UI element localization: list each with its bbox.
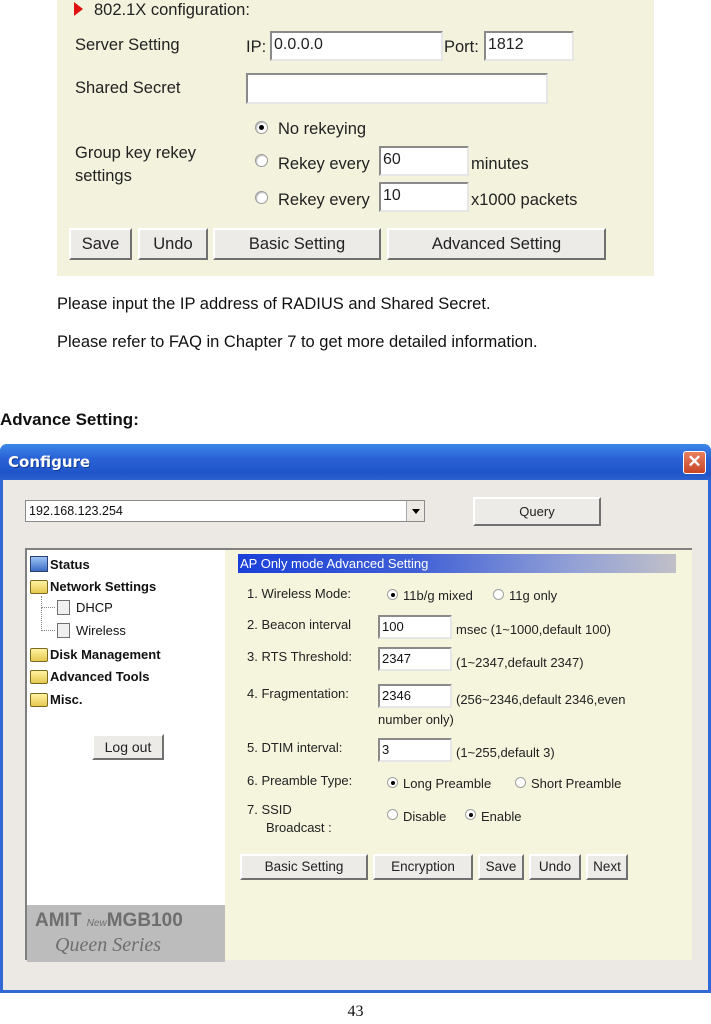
page-icon [57, 600, 70, 615]
folder-icon [30, 692, 48, 707]
tree-item-dhcp[interactable]: DHCP [57, 600, 113, 615]
undo-button[interactable]: Undo [529, 854, 581, 880]
mode-11g-label: 11g only [509, 588, 558, 603]
tree-connector [41, 596, 55, 608]
ssid-disable-label: Disable [403, 809, 447, 824]
ssid-enable-label: Enable [481, 809, 522, 824]
undo-button[interactable]: Undo [138, 228, 208, 260]
fragmentation-label: 4. Fragmentation: [247, 686, 349, 701]
mode-11g-radio[interactable] [493, 589, 504, 600]
logo-model: MGB100 [106, 910, 183, 931]
close-icon[interactable]: ✕ [683, 451, 706, 474]
instruction-paragraph-2: Please refer to FAQ in Chapter 7 to get … [57, 333, 538, 351]
mode-11bg-radio[interactable] [387, 589, 398, 600]
logo-brand: AMIT [35, 910, 82, 931]
rekey-packets-input[interactable]: 10 [379, 182, 469, 212]
wireless-mode-label: 1. Wireless Mode: [247, 586, 352, 601]
chevron-down-icon[interactable] [406, 501, 424, 521]
radius-ip-input[interactable]: 0.0.0.0 [270, 31, 443, 61]
tree-item-wireless[interactable]: Wireless [57, 623, 126, 638]
window-title: Configure [8, 453, 91, 471]
tree-item-status[interactable]: Status [30, 556, 90, 572]
encryption-button[interactable]: Encryption [373, 854, 473, 880]
save-button[interactable]: Save [478, 854, 524, 880]
query-button[interactable]: Query [473, 497, 601, 526]
group-key-label-line2: settings [75, 167, 132, 185]
radius-port-input[interactable]: 1812 [484, 31, 574, 61]
title-bar[interactable]: Configure ✕ [0, 444, 711, 480]
page-icon [57, 623, 70, 638]
fragmentation-hint: (256~2346,default 2346,even [456, 692, 626, 707]
amit-logo: AMIT NewMGB100 Queen Series [27, 905, 225, 962]
rts-threshold-label: 3. RTS Threshold: [247, 649, 353, 664]
ssid-broadcast-label-line2: Broadcast : [266, 820, 332, 835]
next-button[interactable]: Next [586, 854, 628, 880]
device-ip-select[interactable]: 192.168.123.254 [25, 500, 425, 522]
computer-icon [30, 556, 48, 572]
open-folder-icon [30, 579, 48, 594]
save-button[interactable]: Save [69, 228, 132, 260]
short-preamble-radio[interactable] [515, 777, 526, 788]
dtim-interval-hint: (1~255,default 3) [456, 745, 555, 760]
tree-item-misc[interactable]: Misc. [30, 692, 83, 707]
beacon-interval-input[interactable]: 100 [378, 615, 452, 639]
logo-series: Queen Series [55, 934, 162, 956]
folder-icon [30, 647, 48, 662]
section-title: 802.1X configuration: [94, 1, 250, 19]
rekey-minutes-label: Rekey every [278, 155, 370, 173]
basic-setting-button[interactable]: Basic Setting [240, 854, 368, 880]
tree-item-network-settings[interactable]: Network Settings [30, 579, 156, 594]
ip-label: IP: [246, 38, 267, 56]
shared-secret-input[interactable] [246, 73, 548, 104]
dtim-interval-input[interactable]: 3 [378, 738, 452, 762]
page-number: 43 [347, 1003, 364, 1020]
logo-new: New [86, 918, 107, 929]
beacon-interval-label: 2. Beacon interval [247, 617, 352, 632]
long-preamble-radio[interactable] [387, 777, 398, 788]
minutes-unit-label: minutes [471, 155, 529, 173]
rekey-packets-label: Rekey every [278, 191, 370, 209]
preamble-type-label: 6. Preamble Type: [247, 773, 353, 788]
mode-11bg-label: 11b/g mixed [403, 588, 473, 603]
fragmentation-input[interactable]: 2346 [378, 684, 452, 708]
device-ip-value: 192.168.123.254 [29, 504, 123, 518]
section-arrow-icon [74, 2, 83, 16]
short-preamble-label: Short Preamble [531, 776, 622, 791]
dot1x-config-panel: 802.1X configuration: Server Setting IP:… [57, 0, 654, 276]
rts-threshold-hint: (1~2347,default 2347) [456, 655, 584, 670]
rts-threshold-input[interactable]: 2347 [378, 647, 452, 671]
group-key-label: Group key rekey [75, 144, 197, 162]
packets-unit-label: x1000 packets [471, 191, 578, 209]
settings-content: AP Only mode Advanced Setting 1. Wireles… [225, 548, 692, 960]
folder-icon [30, 669, 48, 684]
shared-secret-label: Shared Secret [75, 79, 181, 97]
fragmentation-hint-line2: number only) [378, 712, 454, 727]
long-preamble-label: Long Preamble [403, 776, 492, 791]
dtim-interval-label: 5. DTIM interval: [247, 740, 343, 755]
port-label: Port: [444, 38, 479, 56]
ssid-disable-radio[interactable] [387, 809, 398, 820]
rekey-minutes-input[interactable]: 60 [379, 146, 469, 176]
tree-item-advanced-tools[interactable]: Advanced Tools [30, 669, 149, 684]
advance-setting-heading: Advance Setting: [0, 410, 139, 429]
configure-window: Configure ✕ 192.168.123.254 Query Status… [0, 444, 711, 993]
ssid-enable-radio[interactable] [465, 809, 476, 820]
rekey-minutes-radio[interactable] [255, 154, 268, 167]
rekey-packets-radio[interactable] [255, 191, 268, 204]
tree-item-disk-management[interactable]: Disk Management [30, 647, 161, 662]
server-setting-label: Server Setting [75, 36, 180, 54]
tree-connector [41, 608, 55, 631]
instruction-paragraph-1: Please input the IP address of RADIUS an… [57, 295, 491, 313]
ssid-broadcast-label: 7. SSID [247, 802, 292, 817]
section-banner: AP Only mode Advanced Setting [238, 554, 676, 573]
logout-button[interactable]: Log out [92, 734, 164, 760]
basic-setting-button[interactable]: Basic Setting [213, 228, 381, 260]
no-rekeying-radio[interactable] [255, 121, 268, 134]
navigation-tree: Status Network Settings DHCP Wireless Di… [25, 548, 225, 962]
beacon-interval-hint: msec (1~1000,default 100) [456, 622, 612, 637]
advanced-setting-button[interactable]: Advanced Setting [387, 228, 606, 260]
no-rekeying-label: No rekeying [278, 120, 367, 138]
